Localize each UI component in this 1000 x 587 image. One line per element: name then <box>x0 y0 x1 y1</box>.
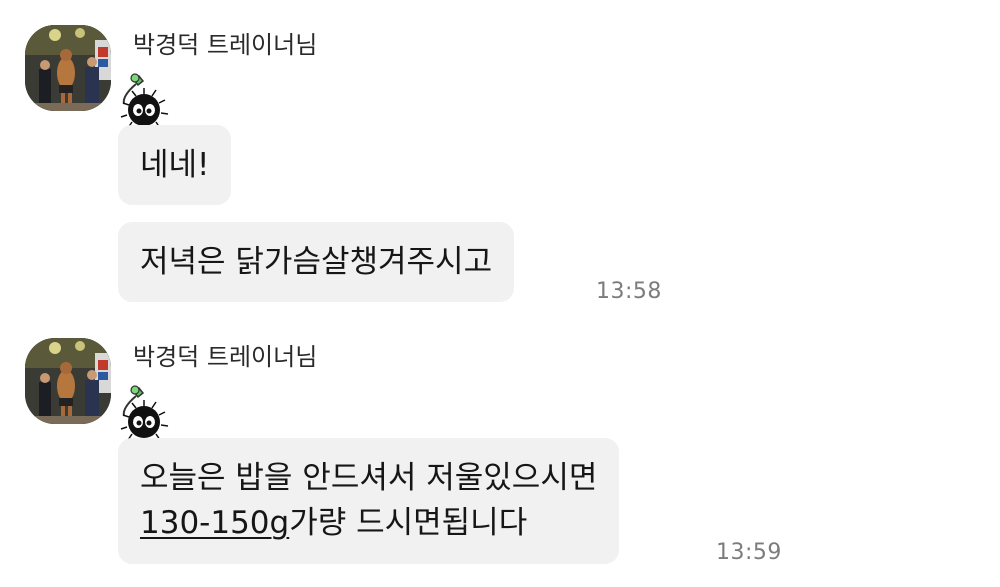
message-text-line-1: 오늘은 밥을 안드셔서 저울있으시면 <box>140 460 598 496</box>
sender-avatar[interactable] <box>25 25 111 111</box>
avatar-photo-icon <box>25 25 111 111</box>
message-bubble[interactable]: 저녁은 닭가슴살챙겨주시고 <box>118 222 515 302</box>
avatar-photo-icon <box>25 338 111 424</box>
detected-link[interactable]: 130-150g <box>140 505 289 541</box>
message-text: 저녁은 닭가슴살챙겨주시고 <box>140 244 493 280</box>
sender-avatar[interactable] <box>25 338 111 424</box>
sender-name: 박경덕 트레이너님 <box>133 31 318 59</box>
message-timestamp: 13:58 <box>596 279 662 304</box>
message-text: 가량 드시면됩니다 <box>289 505 528 541</box>
message-text: 네네! <box>140 147 210 183</box>
message-bubble[interactable]: 네네! <box>118 125 232 205</box>
message-text-line-2: 130-150g가량 드시면됩니다 <box>140 501 597 546</box>
message-bubble[interactable]: 오늘은 밥을 안드셔서 저울있으시면 130-150g가량 드시면됩니다 <box>118 438 620 564</box>
message-timestamp: 13:59 <box>716 540 782 565</box>
sender-name: 박경덕 트레이너님 <box>133 343 318 371</box>
